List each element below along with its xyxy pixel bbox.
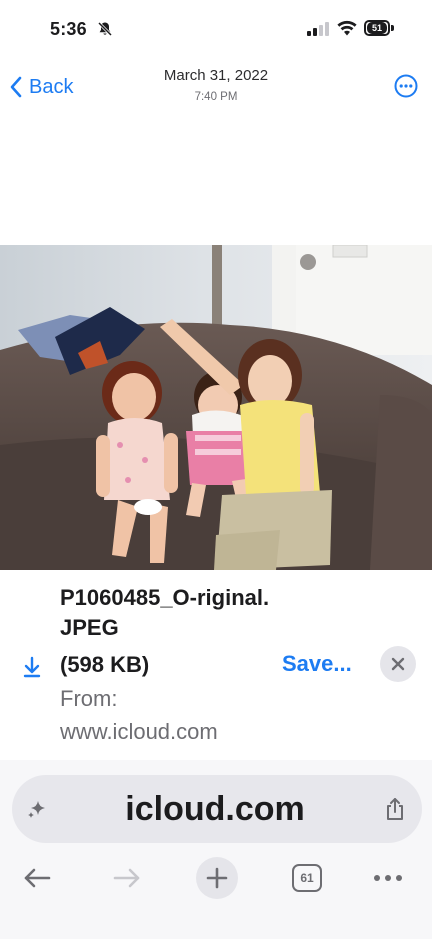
chevron-left-icon [10,76,22,98]
more-dots-icon[interactable] [372,861,404,895]
back-button[interactable]: Back [9,74,73,100]
file-size: (598 KB) [60,652,150,677]
plus-icon [206,867,228,889]
ellipsis-circle-icon[interactable] [394,74,418,98]
forward-arrow-icon[interactable] [112,861,142,895]
bell-slash-icon [97,21,113,37]
page-title: March 31, 2022 [163,67,269,84]
battery-icon: 51 [364,20,394,36]
address-text[interactable]: icloud.com [90,788,340,830]
close-button[interactable] [380,646,416,682]
page-subtitle: 7:40 PM [194,91,238,103]
close-icon [391,657,405,671]
share-icon[interactable] [384,797,406,821]
status-bar: 5:36 51 [0,0,432,58]
signal-icon [307,22,329,36]
new-tab-button[interactable] [196,857,238,899]
save-button[interactable]: Save... [282,649,352,679]
back-arrow-icon[interactable] [22,861,52,895]
file-name: P1060485_O-riginal.JPEG [60,585,270,640]
photo-image [0,245,432,570]
download-arrow-icon [23,656,41,678]
from-label: From: [60,686,118,711]
wifi-icon [337,20,357,36]
sparkle-icon[interactable] [26,798,48,820]
from-value: www.icloud.com [60,719,218,744]
status-time: 5:36 [50,19,87,39]
tabs-button[interactable]: 61 [292,864,322,892]
back-label: Back [29,75,74,98]
battery-level: 51 [367,22,387,34]
